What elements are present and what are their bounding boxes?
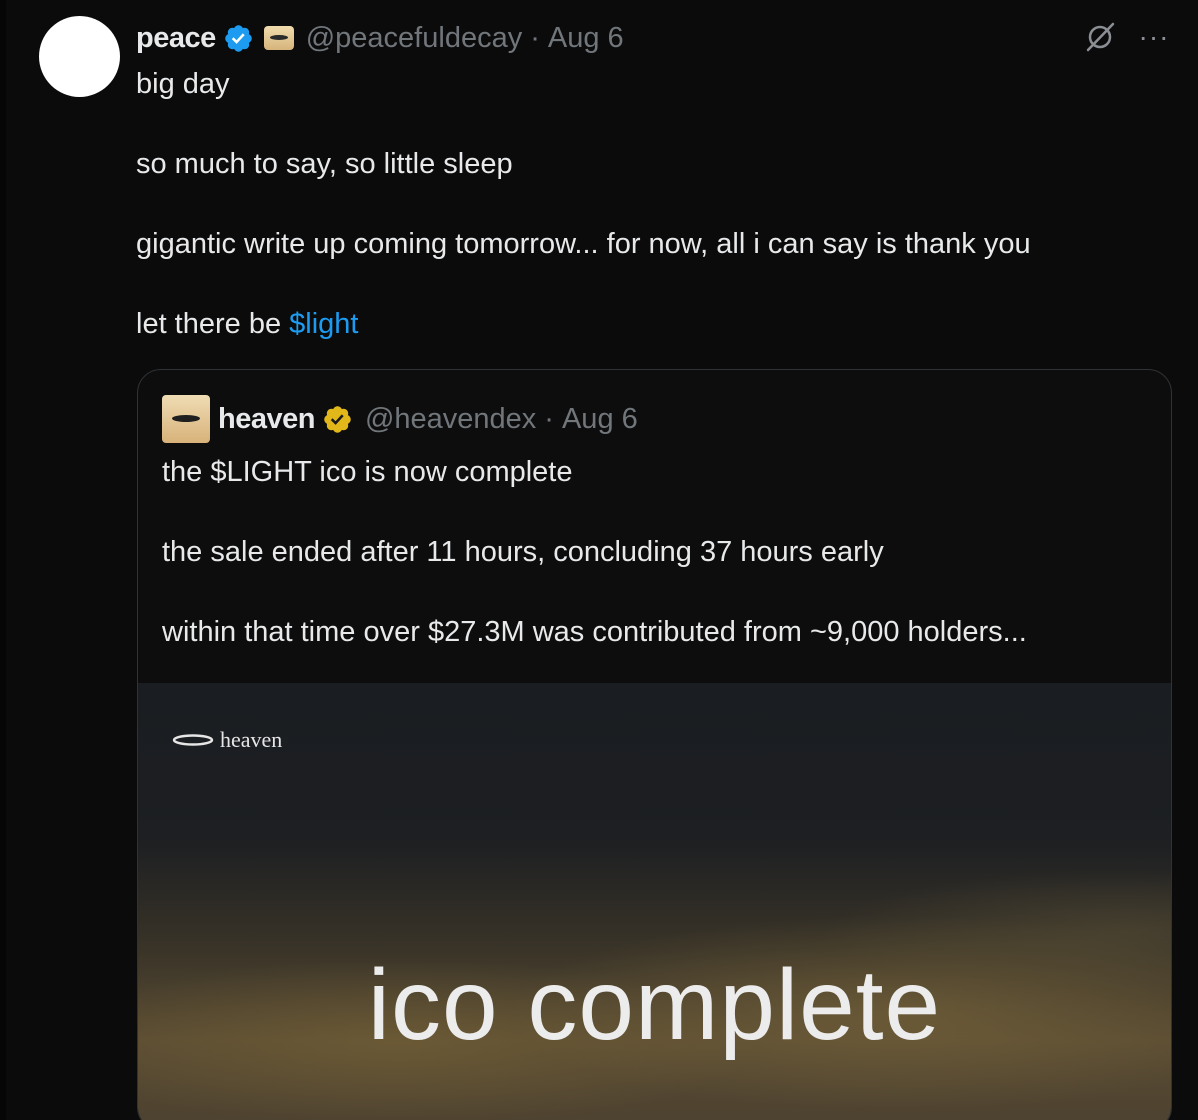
tweet-paragraph: let there be $light [136, 304, 1156, 344]
verified-badge-icon [224, 24, 252, 52]
quote-author-name[interactable]: heaven [218, 403, 315, 436]
quote-text: the $LIGHT ico is now complete the sale … [162, 452, 1152, 692]
quote-header-separator: · [544, 402, 554, 435]
quote-date[interactable]: Aug 6 [562, 403, 638, 436]
tweet-page: peace @peacefuldecay · Aug 6 ··· big day… [0, 0, 1198, 1120]
quote-paragraph: the sale ended after 11 hours, concludin… [162, 536, 884, 568]
tweet-paragraph: gigantic write up coming tomorrow... for… [136, 228, 1031, 260]
author-handle[interactable]: @peacefuldecay [306, 22, 522, 55]
quote-header: heaven @heavendex · Aug 6 [162, 395, 638, 443]
author-avatar[interactable] [39, 16, 120, 97]
tweet-text: big day so much to say, so little sleep … [136, 64, 1156, 384]
media-logo-text: heaven [220, 727, 283, 752]
media-logo: heaven [172, 727, 282, 753]
grok-icon[interactable] [1083, 20, 1117, 54]
tweet-text-prefix: let there be [136, 308, 290, 340]
quote-paragraph: within that time over $27.3M was contrib… [162, 616, 1027, 648]
tweet-paragraph: big day [136, 68, 230, 100]
timeline-border [0, 0, 6, 1120]
gold-verified-badge-icon [324, 405, 351, 433]
quote-paragraph: the $LIGHT ico is now complete [162, 456, 573, 488]
quoted-tweet[interactable]: heaven @heavendex · Aug 6 the $LIGHT ico… [137, 369, 1172, 1120]
header-separator: · [530, 21, 540, 54]
tweet-paragraph: so much to say, so little sleep [136, 148, 513, 180]
tweet-header: peace @peacefuldecay · Aug 6 [136, 18, 624, 58]
quote-avatar[interactable] [162, 395, 210, 443]
media-title: ico complete [367, 949, 942, 1061]
quote-media-image[interactable]: heaven ico complete [138, 683, 1171, 1120]
author-name[interactable]: peace [136, 22, 216, 55]
cashtag-link[interactable]: $light [289, 308, 358, 340]
halo-logo-icon [172, 734, 214, 746]
affiliate-badge-icon[interactable] [263, 26, 294, 50]
tweet-date[interactable]: Aug 6 [548, 22, 624, 55]
more-icon[interactable]: ··· [1137, 20, 1171, 54]
quote-author-handle[interactable]: @heavendex [365, 403, 536, 436]
